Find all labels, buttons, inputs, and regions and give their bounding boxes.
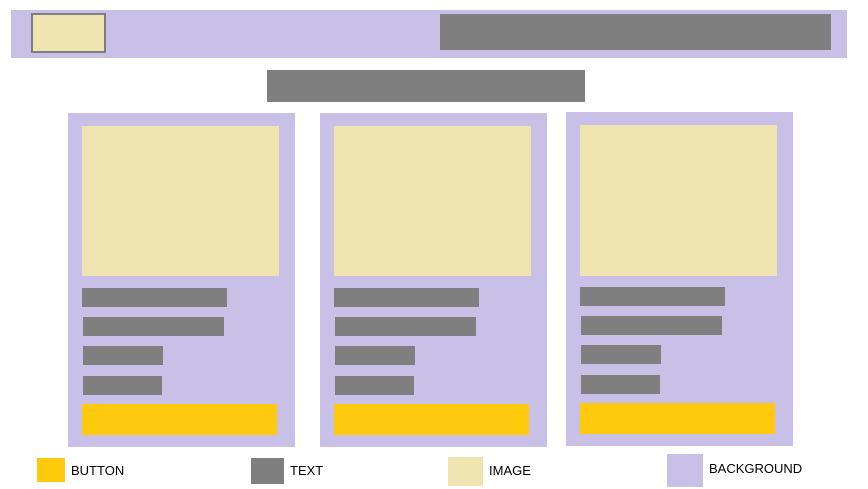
- nav-text-placeholder: [440, 14, 831, 50]
- card-1: [68, 113, 295, 447]
- card-text-line-3: [83, 346, 163, 365]
- card-text-line-4: [83, 376, 162, 395]
- legend-background-label: BACKGROUND: [709, 461, 803, 476]
- card-3: [566, 112, 793, 446]
- card-text-line-3: [335, 346, 415, 365]
- card-text-line-2: [335, 317, 476, 336]
- legend-text-label: TEXT: [290, 463, 324, 478]
- legend-image-swatch: [448, 457, 483, 486]
- logo-image-placeholder: [31, 13, 106, 53]
- card-text-line-1: [82, 288, 227, 307]
- card-image-placeholder: [580, 125, 777, 276]
- card-2: [320, 113, 547, 447]
- card-text-line-2: [581, 316, 722, 335]
- card-text-line-4: [335, 376, 414, 395]
- card-image-placeholder: [334, 126, 531, 276]
- card-button-placeholder: [334, 404, 529, 435]
- legend-background-swatch: [667, 454, 703, 487]
- card-text-line-2: [83, 317, 224, 336]
- card-text-line-1: [334, 288, 479, 307]
- legend-button-label: BUTTON: [71, 463, 125, 478]
- legend-text-swatch: [251, 458, 284, 484]
- page-title-placeholder: [267, 70, 585, 102]
- legend-button-swatch: [37, 458, 65, 482]
- card-image-placeholder: [82, 126, 279, 276]
- card-text-line-3: [581, 345, 661, 364]
- card-button-placeholder: [82, 404, 277, 435]
- card-text-line-1: [580, 287, 725, 306]
- card-button-placeholder: [580, 403, 775, 434]
- legend-image-label: IMAGE: [489, 463, 531, 478]
- card-text-line-4: [581, 375, 660, 394]
